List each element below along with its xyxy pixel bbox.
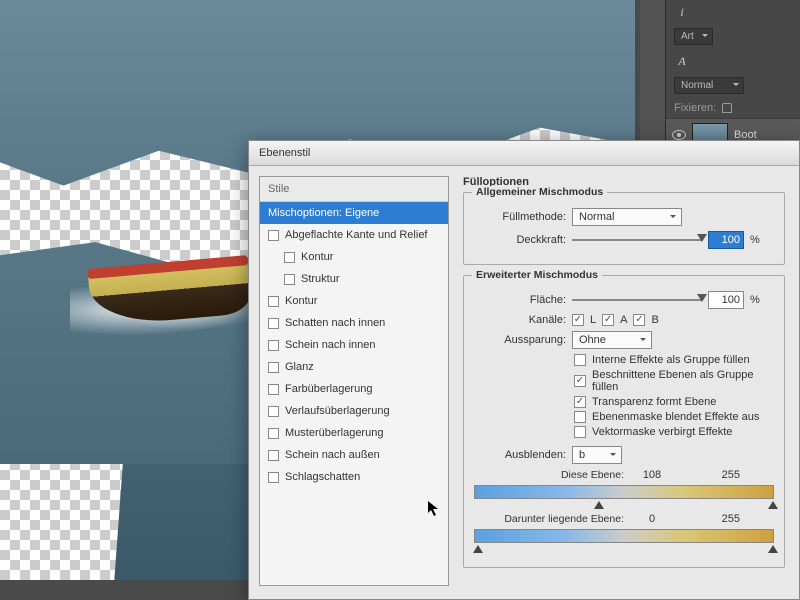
opacity-label: Deckkraft: [474, 234, 566, 246]
options-panel: Fülloptionen Allgemeiner Mischmodus Füll… [449, 166, 799, 596]
style-item-label: Musterüberlagerung [285, 427, 383, 439]
style-item-9[interactable]: Verlaufsüberlagerung [260, 400, 448, 422]
opt-clipped-layers-label: Beschnittene Ebenen als Gruppe füllen [592, 369, 774, 393]
this-layer-low: 108 [632, 469, 672, 481]
blend-mode-dropdown[interactable]: Normal [674, 77, 744, 94]
underlying-low: 0 [632, 513, 672, 525]
fill-opacity-input[interactable]: 100 [708, 291, 744, 309]
opt-clipped-layers-checkbox[interactable] [574, 375, 586, 387]
layer-kind-dropdown[interactable]: Art [674, 28, 713, 45]
this-layer-high: 255 [680, 469, 740, 481]
visibility-icon[interactable] [672, 130, 686, 140]
percent-label: % [750, 294, 760, 306]
style-checkbox[interactable] [268, 472, 279, 483]
style-list: Stile Mischoptionen: Eigene Abgeflachte K… [259, 176, 449, 586]
style-item-label: Schein nach außen [285, 449, 380, 461]
style-checkbox[interactable] [268, 406, 279, 417]
style-item-7[interactable]: Glanz [260, 356, 448, 378]
lock-transparency-icon[interactable] [722, 103, 732, 113]
underlying-black-stop[interactable] [473, 540, 483, 553]
underlying-layer-label: Darunter liegende Ebene: [474, 513, 624, 525]
advanced-blend-fieldset: Erweiterter Mischmodus Fläche: 100 % Kan… [463, 275, 785, 568]
style-checkbox[interactable] [268, 428, 279, 439]
this-layer-gradient[interactable] [474, 485, 774, 499]
fill-opacity-slider[interactable] [572, 293, 702, 307]
style-checkbox[interactable] [268, 362, 279, 373]
underlying-white-stop[interactable] [768, 540, 778, 553]
opacity-input[interactable]: 100 [708, 231, 744, 249]
opt-layer-mask-label: Ebenenmaske blendet Effekte aus [592, 411, 759, 423]
info-icon[interactable]: i [674, 4, 690, 20]
style-item-4[interactable]: Kontur [260, 290, 448, 312]
opt-internal-effects-label: Interne Effekte als Gruppe füllen [592, 354, 750, 366]
styles-header: Stile [260, 177, 448, 202]
opt-transparency-shapes-checkbox[interactable] [574, 396, 586, 408]
this-layer-black-stop[interactable] [594, 496, 604, 509]
general-blend-legend: Allgemeiner Mischmodus [472, 186, 607, 198]
underlying-high: 255 [680, 513, 740, 525]
dialog-title: Ebenenstil [249, 141, 799, 166]
style-item-label: Struktur [301, 273, 340, 285]
style-item-8[interactable]: Farbüberlagerung [260, 378, 448, 400]
opacity-slider[interactable] [572, 233, 702, 247]
style-checkbox[interactable] [284, 252, 295, 263]
underlying-layer-gradient[interactable] [474, 529, 774, 543]
style-checkbox[interactable] [284, 274, 295, 285]
channel-b-checkbox[interactable] [633, 314, 645, 326]
style-item-label: Schein nach innen [285, 339, 376, 351]
style-item-label: Kontur [301, 251, 333, 263]
channels-label: Kanäle: [474, 314, 566, 326]
channel-l-checkbox[interactable] [572, 314, 584, 326]
style-checkbox[interactable] [268, 296, 279, 307]
opt-internal-effects-checkbox[interactable] [574, 354, 586, 366]
style-item-2[interactable]: Kontur [260, 246, 448, 268]
knockout-dropdown[interactable]: Ohne [572, 331, 652, 349]
style-checkbox[interactable] [268, 340, 279, 351]
fill-opacity-label: Fläche: [474, 294, 566, 306]
layers-panel: i Art A Normal Fixieren: Boot [665, 0, 800, 150]
this-layer-white-stop[interactable] [768, 496, 778, 509]
this-layer-label: Diese Ebene: [474, 469, 624, 481]
channel-a-checkbox[interactable] [602, 314, 614, 326]
style-item-label: Verlaufsüberlagerung [285, 405, 390, 417]
blend-if-label: Ausblenden: [474, 449, 566, 461]
style-item-11[interactable]: Schein nach außen [260, 444, 448, 466]
knockout-label: Aussparung: [474, 334, 566, 346]
style-item-5[interactable]: Schatten nach innen [260, 312, 448, 334]
opt-vector-mask-checkbox[interactable] [574, 426, 586, 438]
opt-vector-mask-label: Vektormaske verbirgt Effekte [592, 426, 732, 438]
boat-image [90, 200, 260, 340]
channel-b-label: B [651, 314, 658, 326]
style-checkbox[interactable] [268, 230, 279, 241]
style-item-label: Kontur [285, 295, 317, 307]
channel-l-label: L [590, 314, 596, 326]
fill-method-label: Füllmethode: [474, 211, 566, 223]
lock-label: Fixieren: [674, 102, 716, 114]
advanced-blend-legend: Erweiterter Mischmodus [472, 269, 602, 281]
fill-method-dropdown[interactable]: Normal [572, 208, 682, 226]
style-item-0[interactable]: Mischoptionen: Eigene [260, 202, 448, 224]
style-item-3[interactable]: Struktur [260, 268, 448, 290]
style-item-label: Mischoptionen: Eigene [268, 207, 379, 219]
style-item-12[interactable]: Schlagschatten [260, 466, 448, 488]
style-item-label: Abgeflachte Kante und Relief [285, 229, 428, 241]
style-item-1[interactable]: Abgeflachte Kante und Relief [260, 224, 448, 246]
opt-layer-mask-checkbox[interactable] [574, 411, 586, 423]
style-checkbox[interactable] [268, 450, 279, 461]
style-item-10[interactable]: Musterüberlagerung [260, 422, 448, 444]
style-item-6[interactable]: Schein nach innen [260, 334, 448, 356]
percent-label: % [750, 234, 760, 246]
general-blend-fieldset: Allgemeiner Mischmodus Füllmethode: Norm… [463, 192, 785, 265]
style-item-label: Schlagschatten [285, 471, 360, 483]
opt-transparency-shapes-label: Transparenz formt Ebene [592, 396, 716, 408]
style-item-label: Schatten nach innen [285, 317, 385, 329]
style-item-label: Farbüberlagerung [285, 383, 372, 395]
blend-if-channel-dropdown[interactable]: b [572, 446, 622, 464]
type-tool-icon[interactable]: A [674, 53, 690, 69]
style-checkbox[interactable] [268, 384, 279, 395]
channel-a-label: A [620, 314, 627, 326]
style-checkbox[interactable] [268, 318, 279, 329]
layer-style-dialog: Ebenenstil Stile Mischoptionen: Eigene Ab… [248, 140, 800, 600]
style-item-label: Glanz [285, 361, 314, 373]
